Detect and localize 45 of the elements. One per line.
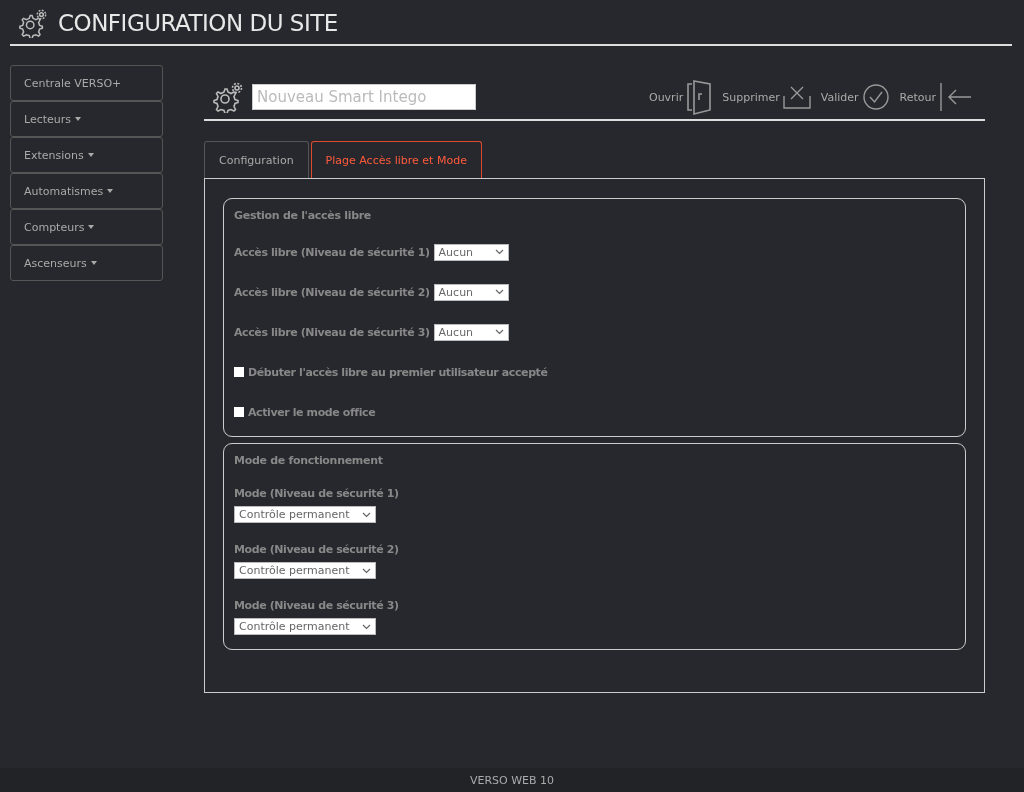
section-title: Mode de fonctionnement bbox=[234, 454, 384, 467]
field-label: Accès libre (Niveau de sécurité 2) bbox=[234, 285, 430, 299]
gear-icon bbox=[18, 8, 48, 38]
field-label: Mode (Niveau de sécurité 2) bbox=[234, 543, 400, 556]
dropdown[interactable]: Aucun bbox=[433, 323, 509, 341]
section-title: Gestion de l'accès libre bbox=[234, 209, 372, 222]
checkbox-label: Activer le mode office bbox=[248, 405, 376, 419]
dropdown[interactable]: Contrôle permanent bbox=[234, 618, 376, 635]
chevron-down-icon bbox=[494, 329, 504, 335]
tab[interactable]: Plage Accès libre et Mode bbox=[310, 141, 482, 178]
chevron-down-icon bbox=[362, 567, 371, 574]
action-label[interactable]: Ouvrir bbox=[648, 90, 684, 104]
checkbox[interactable] bbox=[234, 367, 244, 377]
chevron-down-icon bbox=[362, 511, 371, 518]
dropdown[interactable]: Aucun bbox=[433, 283, 509, 301]
field-label: Accès libre (Niveau de sécurité 3) bbox=[234, 325, 430, 339]
page-title: CONFIGURATION DU SITE bbox=[58, 10, 338, 36]
sidebar-item[interactable]: Automatismes bbox=[10, 173, 163, 209]
check-circle-icon[interactable] bbox=[861, 83, 890, 111]
checkbox-label: Débuter l'accès libre au premier utilisateur accepté bbox=[248, 365, 548, 379]
gear-icon bbox=[212, 81, 244, 113]
dropdown[interactable]: Contrôle permanent bbox=[234, 506, 376, 523]
back-arrow-icon[interactable] bbox=[939, 82, 973, 112]
field-label: Mode (Niveau de sécurité 1) bbox=[234, 487, 400, 500]
checkbox[interactable] bbox=[234, 407, 244, 417]
sidebar-item[interactable]: Extensions bbox=[10, 137, 163, 173]
action-label[interactable]: Valider bbox=[820, 90, 859, 104]
name-field[interactable]: Nouveau Smart Intego bbox=[252, 84, 476, 110]
action-label[interactable]: Supprimer bbox=[722, 90, 780, 104]
door-icon[interactable] bbox=[686, 78, 713, 116]
delete-icon[interactable] bbox=[782, 84, 811, 110]
sidebar-item[interactable]: Lecteurs bbox=[10, 101, 163, 137]
footer-text: VERSO WEB 10 bbox=[469, 773, 555, 787]
field-label: Accès libre (Niveau de sécurité 1) bbox=[234, 245, 430, 259]
dropdown[interactable]: Contrôle permanent bbox=[234, 562, 376, 579]
tab[interactable]: Configuration bbox=[204, 141, 309, 178]
chevron-down-icon bbox=[494, 289, 504, 295]
dropdown[interactable]: Aucun bbox=[433, 243, 509, 261]
sidebar-item[interactable]: Ascenseurs bbox=[10, 245, 163, 281]
sidebar-item[interactable]: Compteurs bbox=[10, 209, 163, 245]
chevron-down-icon bbox=[494, 249, 504, 255]
chevron-down-icon bbox=[362, 623, 371, 630]
sidebar-item[interactable]: Centrale VERSO+ bbox=[10, 65, 163, 101]
action-label[interactable]: Retour bbox=[899, 90, 936, 104]
field-label: Mode (Niveau de sécurité 3) bbox=[234, 599, 400, 612]
